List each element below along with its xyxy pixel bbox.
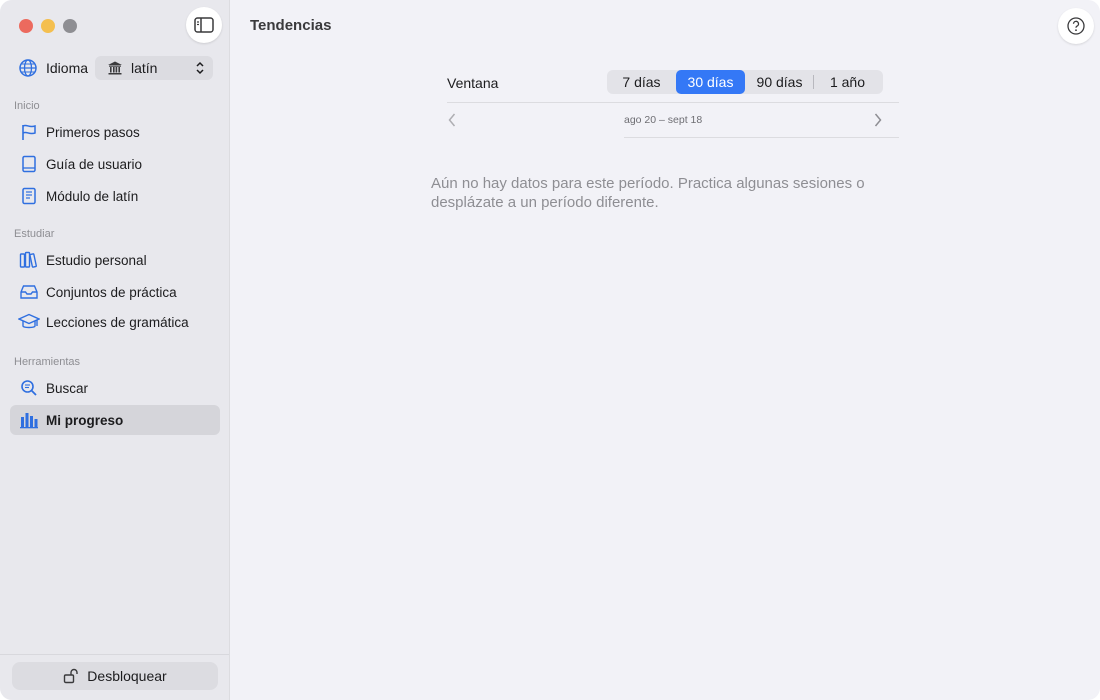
chevron-left-icon <box>448 113 456 127</box>
section-title-herramientas: Herramientas <box>14 356 81 368</box>
language-row: Idioma latín <box>18 56 213 80</box>
date-range-row: ago 20 – sept 18 <box>447 110 899 138</box>
temple-icon <box>108 61 122 75</box>
sidebar-footer: Desbloquear <box>0 654 229 700</box>
segment-90-dias[interactable]: 90 días <box>745 70 814 94</box>
sidebar-item-label: Lecciones de gramática <box>46 314 189 330</box>
help-icon <box>1067 17 1085 35</box>
empty-state-message: Aún no hay datos para este período. Prac… <box>431 175 865 211</box>
window-label: Ventana <box>447 75 499 91</box>
section-title-estudiar: Estudiar <box>14 228 55 240</box>
sidebar-item-label: Conjuntos de práctica <box>46 284 177 300</box>
next-period-button[interactable] <box>873 112 883 133</box>
book-icon <box>22 155 36 173</box>
sidebar-item-label: Guía de usuario <box>46 156 143 172</box>
sidebar-item-label: Buscar <box>46 380 89 396</box>
graduation-cap-icon <box>18 313 40 329</box>
language-label: Idioma <box>46 60 89 76</box>
sidebar-item-conjuntos-de-practica[interactable]: Conjuntos de práctica <box>10 277 220 307</box>
sidebar-item-estudio-personal[interactable]: Estudio personal <box>10 245 220 275</box>
segment-7-dias[interactable]: 7 días <box>607 70 676 94</box>
main-content: Tendencias Ventana 7 días 30 días 90 día… <box>231 0 1100 700</box>
window-controls <box>19 19 77 33</box>
minimize-window-button[interactable] <box>41 19 55 33</box>
date-range-text: ago 20 – sept 18 <box>624 114 703 126</box>
close-window-button[interactable] <box>19 19 33 33</box>
segment-1-ano[interactable]: 1 año <box>813 70 882 94</box>
page-title: Tendencias <box>250 17 332 34</box>
flag-icon <box>22 124 36 140</box>
period-segmented-control: 7 días 30 días 90 días 1 año <box>607 70 883 94</box>
bar-chart-icon <box>20 413 38 429</box>
sidebar-item-lecciones-de-gramatica[interactable]: Lecciones de gramática <box>10 307 220 337</box>
globe-icon <box>19 59 37 77</box>
module-book-icon <box>22 187 36 205</box>
previous-period-button[interactable] <box>447 112 457 133</box>
window-row: Ventana 7 días 30 días 90 días 1 año <box>447 70 899 103</box>
books-icon <box>19 251 37 268</box>
sidebar-item-mi-progreso[interactable]: Mi progreso <box>10 405 220 435</box>
chevron-updown-icon <box>196 61 204 75</box>
chevron-right-icon <box>874 113 882 127</box>
search-icon <box>21 380 37 396</box>
app-window: Idioma latín Inicio Primeros pasos Guía … <box>0 0 1100 700</box>
zoom-window-button[interactable] <box>63 19 77 33</box>
sidebar-item-modulo-de-latin[interactable]: Módulo de latín <box>10 181 220 211</box>
sidebar-item-label: Módulo de latín <box>46 188 139 204</box>
sidebar-item-buscar[interactable]: Buscar <box>10 373 220 403</box>
sidebar-item-label: Mi progreso <box>46 412 124 428</box>
sidebar-item-primeros-pasos[interactable]: Primeros pasos <box>10 117 220 147</box>
help-button[interactable] <box>1058 8 1094 44</box>
language-select[interactable]: latín <box>95 56 213 80</box>
unlock-icon <box>64 668 78 684</box>
sidebar-item-guia-de-usuario[interactable]: Guía de usuario <box>10 149 220 179</box>
sidebar-toggle-button[interactable] <box>186 7 222 43</box>
language-value: latín <box>131 60 158 76</box>
segment-30-dias[interactable]: 30 días <box>676 70 745 94</box>
sidebar: Idioma latín Inicio Primeros pasos Guía … <box>0 0 230 700</box>
sidebar-item-label: Primeros pasos <box>46 124 140 140</box>
section-title-inicio: Inicio <box>14 100 40 112</box>
sidebar-icon <box>194 17 214 33</box>
unlock-button[interactable]: Desbloquear <box>12 662 218 690</box>
sidebar-item-label: Estudio personal <box>46 252 147 268</box>
tray-icon <box>20 285 38 299</box>
unlock-label: Desbloquear <box>87 668 167 684</box>
range-divider <box>624 137 899 138</box>
